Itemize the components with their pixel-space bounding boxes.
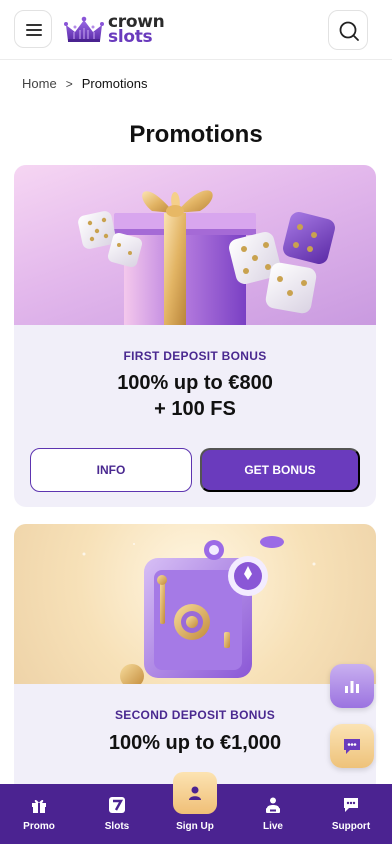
nav-promo-label: Promo bbox=[23, 821, 55, 832]
search-icon bbox=[339, 21, 359, 41]
hamburger-menu-icon bbox=[26, 24, 42, 26]
info-button[interactable]: INFO bbox=[30, 448, 192, 492]
nav-promo[interactable]: Promo bbox=[4, 784, 74, 844]
logo-text: crown slots bbox=[108, 14, 165, 47]
gift-box-and-dice-illustration bbox=[14, 165, 376, 325]
promo-subtitle: FIRST DEPOSIT BONUS bbox=[123, 349, 267, 363]
logo-word-slots: slots bbox=[108, 27, 153, 47]
crown-slots-logo[interactable]: crown slots bbox=[64, 12, 165, 48]
gift-icon bbox=[32, 799, 46, 813]
breadcrumb-current: Promotions bbox=[81, 76, 148, 91]
slot-seven-icon bbox=[109, 797, 125, 813]
menu-button[interactable] bbox=[14, 10, 52, 48]
stats-floating-button[interactable] bbox=[330, 664, 374, 708]
user-icon bbox=[189, 786, 201, 800]
search-button[interactable] bbox=[328, 10, 368, 50]
chat-floating-button[interactable] bbox=[330, 724, 374, 768]
promo-title-line2: + 100 FS bbox=[154, 398, 236, 420]
sign-up-tile[interactable] bbox=[173, 772, 217, 814]
chevron-right-icon: > bbox=[65, 76, 73, 91]
breadcrumb: Home > Promotions bbox=[22, 76, 147, 91]
nav-sign-up-label: Sign Up bbox=[176, 821, 214, 832]
promo-title-line1: 100% up to €1,000 bbox=[108, 732, 282, 754]
bottom-navigation: Promo Slots Sign Up Live Support bbox=[0, 772, 392, 844]
hamburger-line bbox=[26, 29, 42, 31]
nav-slots[interactable]: Slots bbox=[82, 784, 152, 844]
chat-icon bbox=[344, 739, 360, 754]
nav-slots-label: Slots bbox=[104, 821, 130, 832]
gift-box-icon bbox=[78, 190, 335, 325]
breadcrumb-home-link[interactable]: Home bbox=[22, 76, 57, 91]
nav-live[interactable]: Live bbox=[238, 784, 308, 844]
promo-card-second-deposit: SECOND DEPOSIT BONUS 100% up to €1,000 bbox=[14, 524, 376, 794]
chat-support-icon bbox=[344, 798, 358, 812]
hamburger-line bbox=[26, 34, 42, 36]
bar-chart-icon bbox=[345, 681, 359, 693]
promo-title-line1: 100% up to €800 bbox=[117, 372, 273, 394]
live-dealer-icon bbox=[266, 797, 280, 813]
nav-support-label: Support bbox=[331, 821, 371, 832]
get-bonus-button[interactable]: GET BONUS bbox=[200, 448, 360, 492]
safe-icon bbox=[82, 536, 316, 684]
top-header: crown slots bbox=[0, 0, 392, 60]
promo-subtitle: SECOND DEPOSIT BONUS bbox=[114, 708, 276, 722]
nav-sign-up[interactable]: Sign Up bbox=[160, 772, 230, 844]
purple-safe-with-chips-illustration bbox=[14, 524, 376, 684]
crown-icon bbox=[64, 16, 104, 42]
promo-card-first-deposit: FIRST DEPOSIT BONUS 100% up to €800 + 10… bbox=[14, 165, 376, 507]
nav-support[interactable]: Support bbox=[316, 784, 386, 844]
page-title: Promotions bbox=[129, 121, 263, 148]
nav-live-label: Live bbox=[262, 821, 283, 832]
